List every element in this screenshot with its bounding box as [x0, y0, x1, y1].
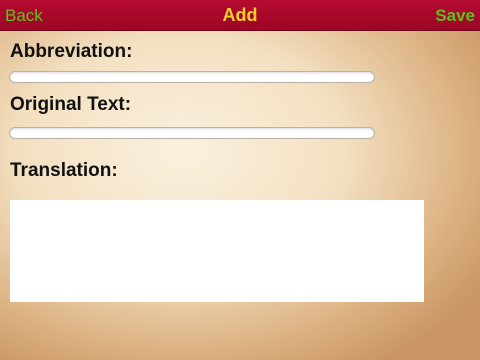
page-title: Add	[222, 5, 258, 25]
translation-label: Translation:	[10, 160, 118, 181]
original-text-input[interactable]	[9, 127, 375, 139]
original-text-label: Original Text:	[10, 94, 132, 115]
translation-textarea[interactable]	[10, 200, 424, 302]
save-button[interactable]: Save	[435, 6, 475, 26]
abbreviation-label: Abbreviation:	[10, 41, 133, 62]
navigation-bar: Back Add Save	[0, 0, 480, 31]
abbreviation-input[interactable]	[9, 71, 375, 83]
